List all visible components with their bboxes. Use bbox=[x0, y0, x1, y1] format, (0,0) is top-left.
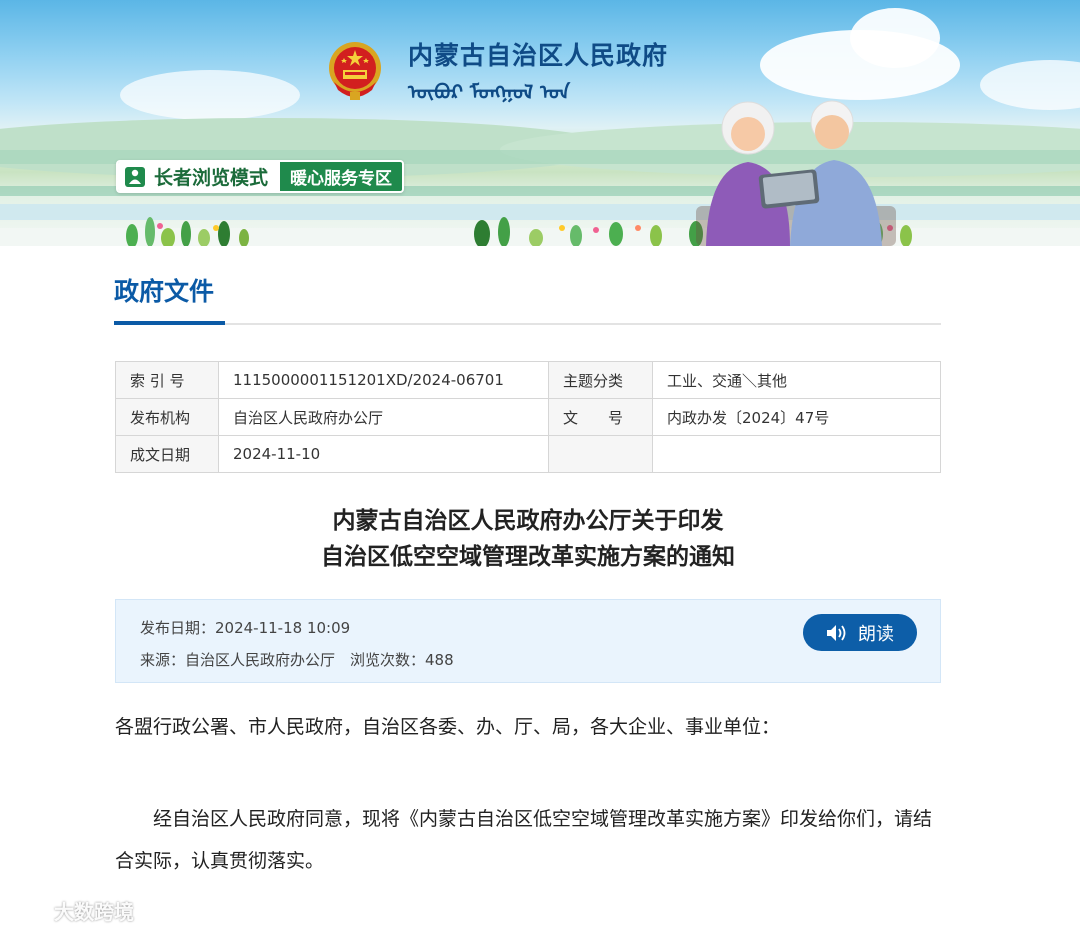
document-title-line2: 自治区低空空域管理改革实施方案的通知 bbox=[321, 544, 735, 570]
index-value: 1115000001151201XD/2024-06701 bbox=[218, 361, 549, 399]
section-divider-accent bbox=[114, 321, 225, 325]
publish-info-box: 发布日期：2024-11-18 10:09 来源：自治区人民政府办公厅 浏览次数… bbox=[115, 599, 941, 683]
table-row: 发布机构 自治区人民政府办公厅 文 号 内政办发〔2024〕47号 bbox=[115, 398, 941, 436]
topic-label: 主题分类 bbox=[548, 361, 653, 399]
national-emblem-icon bbox=[329, 42, 381, 100]
watermark-logo-icon bbox=[10, 902, 48, 918]
publish-date: 发布日期：2024-11-18 10:09 bbox=[140, 619, 351, 637]
mongolian-script-name: ᠥᠪᠦᠷ ᠮᠣᠩᠭᠣᠯ ᠤᠨ bbox=[408, 80, 570, 104]
document-title: 内蒙古自治区人民政府办公厅关于印发 自治区低空空域管理改革实施方案的通知 bbox=[115, 503, 941, 575]
written-date-value: 2024-11-10 bbox=[218, 435, 549, 473]
section-divider bbox=[114, 323, 941, 325]
elder-mode-button[interactable]: 长者浏览模式 bbox=[118, 162, 281, 191]
source-and-views: 来源：自治区人民政府办公厅 浏览次数：488 bbox=[140, 651, 454, 669]
plants-illustration bbox=[126, 217, 249, 246]
elder-mode-label: 长者浏览模式 bbox=[154, 167, 269, 189]
speaker-icon bbox=[827, 624, 846, 641]
watermark: 大数跨境 bbox=[10, 896, 134, 925]
read-aloud-label: 朗读 bbox=[858, 623, 894, 645]
document-number-value: 内政办发〔2024〕47号 bbox=[652, 398, 941, 436]
section-title: 政府文件 bbox=[114, 277, 215, 306]
document-meta-table: 索 引 号 1115000001151201XD/2024-06701 主题分类… bbox=[115, 361, 941, 473]
elder-mode-badge[interactable]: 长者浏览模式 暖心服务专区 bbox=[116, 160, 405, 193]
issuer-label: 发布机构 bbox=[115, 398, 219, 436]
index-label: 索 引 号 bbox=[115, 361, 219, 399]
body-paragraph: 经自治区人民政府同意，现将《内蒙古自治区低空空域管理改革实施方案》印发给你们，请… bbox=[115, 808, 933, 872]
written-date-label: 成文日期 bbox=[115, 435, 219, 473]
cloud bbox=[120, 70, 300, 120]
empty-cell bbox=[652, 435, 941, 473]
header-banner: 内蒙古自治区人民政府 ᠥᠪᠦᠷ ᠮᠣᠩᠭᠣᠯ ᠤᠨ 长者浏览模式 暖心服务专区 bbox=[0, 0, 1080, 246]
warm-service-button[interactable]: 暖心服务专区 bbox=[280, 162, 403, 191]
salutation-text: 各盟行政公署、市人民政府，自治区各委、办、厅、局，各大企业、事业单位： bbox=[115, 716, 781, 738]
elderly-couple-illustration bbox=[696, 100, 896, 246]
issuer-value: 自治区人民政府办公厅 bbox=[218, 398, 549, 436]
topic-value: 工业、交通＼其他 bbox=[652, 361, 941, 399]
empty-cell bbox=[548, 435, 653, 473]
read-aloud-button[interactable]: 朗读 bbox=[803, 614, 917, 651]
watermark-text: 大数跨境 bbox=[54, 900, 134, 924]
person-icon bbox=[125, 166, 145, 187]
warm-service-label: 暖心服务专区 bbox=[290, 169, 393, 189]
government-name: 内蒙古自治区人民政府 bbox=[408, 41, 669, 70]
cloud bbox=[850, 8, 940, 68]
table-row: 索 引 号 1115000001151201XD/2024-06701 主题分类… bbox=[115, 361, 941, 399]
cloud bbox=[980, 60, 1080, 110]
document-number-label: 文 号 bbox=[548, 398, 653, 436]
table-row: 成文日期 2024-11-10 bbox=[115, 435, 941, 473]
document-title-line1: 内蒙古自治区人民政府办公厅关于印发 bbox=[332, 508, 724, 534]
